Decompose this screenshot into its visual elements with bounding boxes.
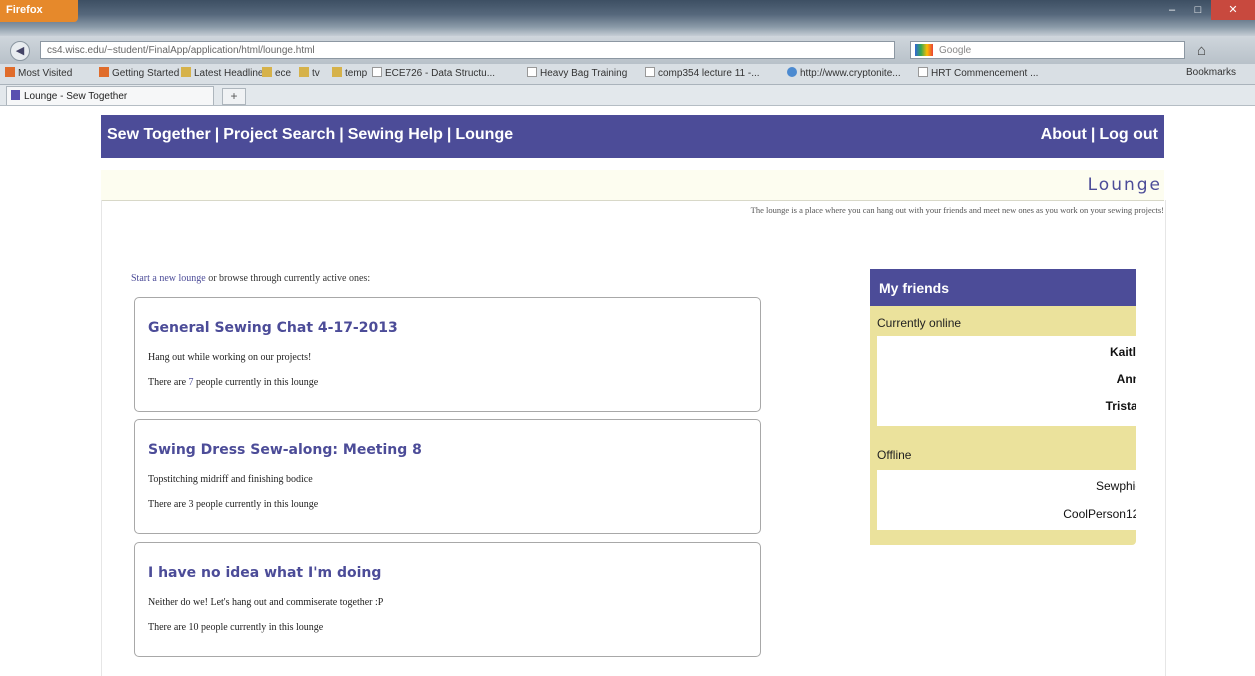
window-controls: – □ ✕ (1159, 0, 1255, 20)
friend-item[interactable]: Sewphie (1096, 479, 1136, 493)
offline-friends-list: Sewphie CoolPerson123 (877, 470, 1136, 530)
page-icon (372, 67, 382, 77)
favicon-icon (11, 90, 20, 100)
lounge-card[interactable]: I have no idea what I'm doing Neither do… (134, 542, 761, 657)
site-header: Sew Together | Project Search | Sewing Help |… (101, 115, 1164, 158)
bookmark-icon (99, 67, 109, 77)
nav-log-out[interactable]: Log out (1099, 126, 1158, 143)
back-icon[interactable]: ◀ (10, 41, 30, 61)
content-divider (1165, 200, 1166, 676)
friend-item[interactable]: CoolPerson123 (1063, 507, 1136, 521)
home-icon[interactable]: ⌂ (1197, 42, 1206, 59)
firefox-menu-button[interactable]: Firefox (0, 0, 78, 22)
start-new-lounge-link[interactable]: Start a new lounge (131, 273, 206, 284)
online-friends-list: Kaitlyn Ann Tristan (877, 336, 1136, 426)
lounge-count: There are 7 people currently in this lou… (148, 377, 319, 388)
page-title-bar: Lounge (101, 170, 1164, 201)
lounge-description: Hang out while working on our projects! (148, 352, 312, 363)
friends-header: My friends (870, 269, 1136, 306)
globe-icon (787, 67, 797, 77)
nav-about[interactable]: About (1041, 126, 1087, 143)
lounge-description: Neither do we! Let's hang out and commis… (148, 597, 384, 608)
minimize-icon[interactable]: – (1159, 0, 1185, 20)
friends-title: My friends (879, 280, 950, 296)
bookmark-item[interactable]: HRT Commencement ... (918, 67, 1038, 79)
bookmark-item[interactable]: temp (332, 67, 367, 79)
window-titlebar: Firefox – □ ✕ (0, 0, 1255, 36)
search-input[interactable]: Google (910, 41, 1185, 59)
main-nav: Sew Together | Project Search | Sewing Help |… (107, 126, 513, 144)
page-tagline: The lounge is a place where you can hang… (750, 205, 1164, 215)
tab-title: Lounge - Sew Together (24, 91, 128, 102)
google-icon (915, 44, 933, 56)
friend-item[interactable]: Kaitlyn (1110, 345, 1136, 359)
lounge-intro: Start a new lounge or browse through cur… (131, 273, 370, 284)
bookmarks-menu[interactable]: Bookmarks (1186, 67, 1236, 78)
bookmark-item[interactable]: Getting Started (99, 67, 179, 79)
navigation-toolbar: ◀ cs4.wisc.edu/~student/FinalApp/applica… (0, 36, 1255, 64)
friend-item[interactable]: Tristan (1106, 399, 1136, 413)
lounge-title[interactable]: Swing Dress Sew-along: Meeting 8 (148, 442, 422, 458)
nav-separator: | (1090, 126, 1096, 143)
nav-separator: | (214, 126, 220, 143)
lounge-card[interactable]: General Sewing Chat 4-17-2013 Hang out w… (134, 297, 761, 412)
lounge-description: Topstitching midriff and finishing bodic… (148, 474, 313, 485)
nav-lounge[interactable]: Lounge (455, 126, 513, 143)
bookmark-item[interactable]: comp354 lecture 11 -... (645, 67, 760, 79)
page-icon (918, 67, 928, 77)
maximize-icon[interactable]: □ (1185, 0, 1211, 20)
search-placeholder: Google (939, 45, 972, 56)
bookmark-item[interactable]: Latest Headlines (181, 67, 269, 79)
nav-sewing-help[interactable]: Sewing Help (348, 126, 443, 143)
bookmark-item[interactable]: Heavy Bag Training (527, 67, 627, 79)
bookmark-item[interactable]: tv (299, 67, 320, 79)
nav-sew-together[interactable]: Sew Together (107, 126, 211, 143)
bookmark-item[interactable]: http://www.cryptonite... (787, 67, 901, 79)
nav-project-search[interactable]: Project Search (223, 126, 335, 143)
lounge-count: There are 3 people currently in this lou… (148, 499, 319, 510)
bookmark-item[interactable]: ece (262, 67, 291, 79)
lounge-count-number: 10 (188, 622, 199, 633)
page-icon (645, 67, 655, 77)
lounge-title[interactable]: I have no idea what I'm doing (148, 565, 381, 581)
lounge-count: There are 10 people currently in this lo… (148, 622, 324, 633)
url-bar[interactable]: cs4.wisc.edu/~student/FinalApp/applicati… (40, 41, 895, 59)
account-nav: About | Log out (1041, 126, 1158, 144)
lounge-title[interactable]: General Sewing Chat 4-17-2013 (148, 320, 398, 336)
friends-panel: My friends Currently online Kaitlyn Ann … (870, 269, 1136, 545)
nav-separator: | (339, 126, 344, 143)
bookmark-item[interactable]: Most Visited (5, 67, 72, 79)
nav-separator: | (446, 126, 452, 143)
bookmark-item[interactable]: ECE726 - Data Structu... (372, 67, 495, 79)
tab-strip: Lounge - Sew Together + (0, 85, 1255, 106)
close-icon[interactable]: ✕ (1211, 0, 1255, 20)
folder-icon (181, 67, 191, 77)
intro-text: or browse through currently active ones: (205, 273, 371, 284)
new-tab-button[interactable]: + (222, 88, 246, 105)
folder-icon (332, 67, 342, 77)
online-label: Currently online (877, 316, 962, 330)
friend-item[interactable]: Ann (1117, 372, 1136, 386)
bookmarks-toolbar: Most Visited Getting Started Latest Head… (0, 64, 1255, 85)
offline-label: Offline (877, 448, 912, 462)
page-icon (527, 67, 537, 77)
lounge-card[interactable]: Swing Dress Sew-along: Meeting 8 Topstit… (134, 419, 761, 534)
page-title: Lounge (1087, 175, 1162, 195)
folder-icon (262, 67, 272, 77)
content-divider (101, 200, 102, 676)
bookmark-icon (5, 67, 15, 77)
tab-lounge[interactable]: Lounge - Sew Together (6, 86, 214, 105)
folder-icon (299, 67, 309, 77)
